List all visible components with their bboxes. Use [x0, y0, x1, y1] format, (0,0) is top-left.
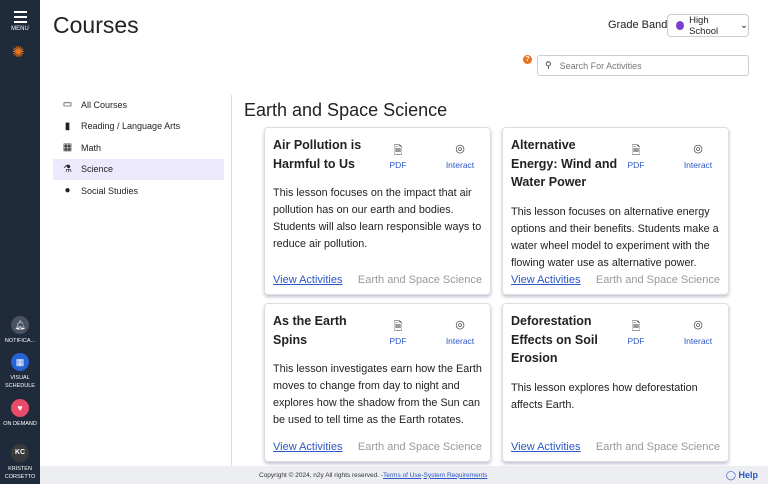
system-requirements-link[interactable]: System Requirements — [423, 472, 487, 479]
subject-nav: ▭ All Courses ▮ Reading / Language Arts ▦ M… — [53, 94, 224, 202]
pdf-button[interactable]: 🗎 PDF — [616, 142, 656, 170]
lesson-card: Air Pollution is Harmful to Us 🗎 PDF ◎ Int… — [264, 127, 491, 295]
pdf-icon: 🗎 — [631, 145, 641, 157]
pdf-label: PDF — [389, 336, 407, 346]
grade-band-value: High School — [689, 14, 719, 37]
page-title: Courses — [53, 12, 139, 38]
visual-schedule-button[interactable]: ▦ VISUAL SCHEDULE — [0, 353, 40, 390]
pdf-button[interactable]: 🗎 PDF — [378, 318, 418, 346]
interact-button[interactable]: ◎ Interact — [440, 318, 480, 346]
menu-label: MENU — [11, 26, 29, 32]
lesson-card: Deforestation Effects on Soil Erosion 🗎 P… — [502, 303, 729, 462]
pdf-icon: 🗎 — [393, 321, 403, 333]
pdf-icon: 🗎 — [393, 145, 403, 157]
interact-icon: ◎ — [455, 319, 465, 331]
card-category: Earth and Space Science — [357, 441, 482, 453]
interact-button[interactable]: ◎ Interact — [678, 142, 718, 170]
pdf-button[interactable]: 🗎 PDF — [616, 318, 656, 346]
book-icon: ▮ — [64, 120, 71, 132]
grade-band-label: Grade Band — [608, 19, 668, 31]
nav-label: Reading / Language Arts — [81, 121, 181, 132]
copyright: Copyright © 2024, n2y All rights reserve… — [259, 471, 384, 479]
interact-label: Interact — [683, 336, 713, 346]
interact-icon: ◎ — [693, 143, 703, 155]
avatar: KC — [11, 444, 29, 462]
pdf-button[interactable]: 🗎 PDF — [378, 142, 418, 170]
lesson-card: As the Earth Spins 🗎 PDF ◎ Interact This l… — [264, 303, 491, 462]
visual-schedule-label: VISUAL SCHEDULE — [5, 375, 35, 389]
pdf-label: PDF — [627, 336, 645, 346]
grade-color-dot — [676, 21, 685, 30]
interact-label: Interact — [445, 160, 475, 170]
card-category: Earth and Space Science — [357, 274, 482, 286]
interact-icon: ◎ — [693, 319, 703, 331]
lesson-card: Alternative Energy: Wind and Water Power… — [502, 127, 729, 295]
card-title: Air Pollution is Harmful to Us — [273, 138, 362, 171]
card-description: This lesson investigates earn how the Ea… — [273, 363, 482, 426]
interact-button[interactable]: ◎ Interact — [678, 318, 718, 346]
nav-label: All Courses — [81, 99, 128, 110]
view-activities-link[interactable]: View Activities — [511, 274, 581, 286]
pdf-label: PDF — [389, 160, 407, 170]
chat-icon: ◯ — [725, 470, 736, 480]
nav-item-science[interactable]: ⚗ Science — [53, 158, 224, 180]
card-description: This lesson explores how deforestation a… — [511, 381, 698, 411]
logo-icon[interactable]: ✺ — [12, 43, 25, 61]
laptop-icon: ▭ — [62, 99, 73, 111]
user-name: KRISTEN CORSETTO — [4, 466, 36, 480]
interact-icon: ◎ — [455, 143, 465, 155]
card-description: This lesson focuses on alternative energ… — [511, 205, 719, 269]
nav-item-reading[interactable]: ▮ Reading / Language Arts — [53, 116, 224, 138]
view-activities-link[interactable]: View Activities — [273, 441, 343, 453]
nav-item-all-courses[interactable]: ▭ All Courses — [53, 94, 224, 116]
card-title: Alternative Energy: Wind and Water Power — [511, 138, 618, 189]
terms-link[interactable]: Terms of Use — [383, 472, 421, 479]
footer: Copyright © 2024, n2y All rights reserve… — [40, 466, 768, 484]
flask-icon: ⚗ — [63, 163, 72, 175]
on-demand-label: ON DEMAND — [3, 421, 37, 427]
view-activities-link[interactable]: View Activities — [511, 441, 581, 453]
help-label: Help — [738, 470, 758, 480]
user-profile-button[interactable]: KC KRISTEN CORSETTO — [0, 444, 40, 481]
notifications-button[interactable]: 🔔︎ NOTIFICA... — [0, 316, 40, 345]
card-title: Deforestation Effects on Soil Erosion — [511, 314, 598, 365]
search-icon: ⚲ — [545, 60, 552, 70]
nav-label: Science — [81, 164, 114, 175]
calculator-icon: ▦ — [62, 142, 73, 154]
nav-item-social-studies[interactable]: ● Social Studies — [53, 180, 224, 202]
globe-icon: ● — [64, 185, 71, 197]
on-demand-button[interactable]: ♥ ON DEMAND — [0, 399, 40, 428]
interact-button[interactable]: ◎ Interact — [440, 142, 480, 170]
search-input[interactable]: ⚲ Search For Activities — [537, 55, 749, 76]
section-title: Earth and Space Science — [244, 100, 448, 120]
nav-item-math[interactable]: ▦ Math — [53, 137, 224, 159]
pdf-label: PDF — [627, 160, 645, 170]
interact-label: Interact — [445, 336, 475, 346]
interact-label: Interact — [683, 160, 713, 170]
sidebar: MENU ✺ 🔔︎ NOTIFICA... ▦ VISUAL SCHEDULE ♥ O… — [0, 0, 40, 484]
help-badge-icon[interactable]: ? — [523, 55, 532, 64]
divider — [231, 95, 232, 466]
card-category: Earth and Space Science — [595, 441, 720, 453]
card-title: As the Earth Spins — [273, 314, 347, 347]
bell-icon: 🔔︎ — [11, 316, 29, 334]
heart-icon: ♥ — [11, 399, 29, 417]
pdf-icon: 🗎 — [631, 321, 641, 333]
card-description: This lesson focuses on the impact that a… — [273, 187, 482, 250]
menu-button[interactable]: MENU — [0, 11, 40, 32]
nav-label: Math — [81, 142, 102, 153]
help-button[interactable]: ◯ Help — [726, 470, 758, 481]
calendar-icon: ▦ — [11, 353, 29, 371]
search-placeholder: Search For Activities — [559, 60, 642, 71]
nav-label: Social Studies — [81, 185, 139, 196]
notifications-label: NOTIFICA... — [4, 338, 36, 344]
chevron-down-icon: ⌄ — [740, 20, 748, 31]
view-activities-link[interactable]: View Activities — [273, 274, 343, 286]
card-category: Earth and Space Science — [595, 274, 720, 286]
grade-band-select[interactable]: High School ⌄ — [667, 14, 749, 37]
